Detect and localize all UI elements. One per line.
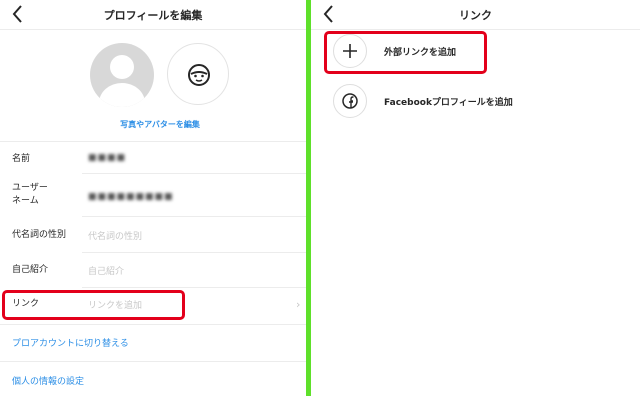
links-screen: リンク 外部リンクを追加 Facebookプロフィールを追加 bbox=[311, 0, 640, 396]
divider bbox=[0, 361, 306, 362]
page-title: リンク bbox=[459, 9, 492, 22]
username-field[interactable]: ■■■■■■■■■ bbox=[88, 192, 174, 202]
highlight-box bbox=[324, 31, 487, 74]
field-underline bbox=[82, 252, 306, 253]
add-facebook-profile-label[interactable]: Facebookプロフィールを追加 bbox=[384, 95, 513, 108]
edit-photo-link[interactable]: 写真やアバターを編集 bbox=[100, 119, 220, 130]
personal-info-settings-link[interactable]: 個人の情報の設定 bbox=[12, 374, 84, 387]
avatar-face-icon bbox=[188, 64, 210, 86]
highlight-box bbox=[2, 290, 185, 320]
avatar-body bbox=[99, 83, 145, 107]
edit-profile-screen: プロフィールを編集 写真やアバターを編集 名前 ■■■■ ユーザー ネーム ■■… bbox=[0, 0, 306, 396]
bio-field[interactable]: 自己紹介 bbox=[88, 264, 124, 277]
header: プロフィールを編集 bbox=[0, 0, 306, 30]
avatar-character-button[interactable] bbox=[167, 43, 229, 105]
field-label-pronouns: 代名詞の性別 bbox=[12, 230, 67, 240]
header: リンク bbox=[311, 0, 640, 30]
profile-avatar[interactable] bbox=[90, 43, 154, 107]
field-label-bio: 自己紹介 bbox=[12, 265, 49, 275]
field-underline bbox=[82, 287, 306, 288]
divider bbox=[0, 141, 306, 142]
field-underline bbox=[82, 216, 306, 217]
name-field[interactable]: ■■■■ bbox=[88, 153, 126, 163]
add-facebook-profile-button[interactable] bbox=[333, 84, 367, 118]
divider bbox=[0, 324, 306, 325]
facebook-icon bbox=[342, 93, 358, 109]
chevron-right-icon: › bbox=[296, 298, 301, 311]
field-label-username: ユーザー ネーム bbox=[12, 183, 48, 206]
field-label-name: 名前 bbox=[12, 154, 31, 164]
page-title: プロフィールを編集 bbox=[103, 9, 203, 22]
field-underline bbox=[82, 173, 306, 174]
switch-to-professional-link[interactable]: プロアカウントに切り替える bbox=[12, 336, 129, 349]
avatar-head bbox=[110, 55, 134, 79]
pronouns-field[interactable]: 代名詞の性別 bbox=[88, 229, 142, 242]
